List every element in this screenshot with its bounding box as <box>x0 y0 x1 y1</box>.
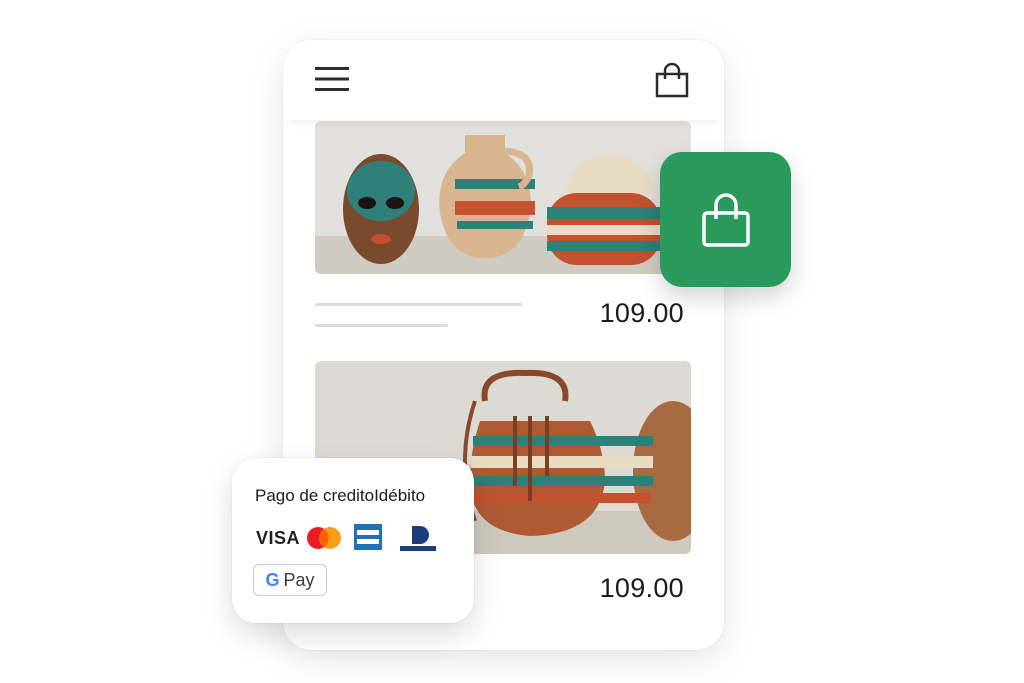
shopping-bag-icon <box>701 192 750 247</box>
shopping-bag-icon[interactable] <box>655 62 689 98</box>
product-image-crafts[interactable] <box>315 121 691 274</box>
mastercard-icon <box>307 527 341 549</box>
top-bar <box>283 40 724 120</box>
google-icon: G <box>265 569 280 590</box>
product-price: 109.00 <box>599 298 684 328</box>
hamburger-menu-icon[interactable] <box>315 66 349 92</box>
visa-logo: VISA <box>256 528 301 548</box>
payment-methods-card: Pago de creditoIdébito VISA G Pay <box>232 458 474 623</box>
subtitle-placeholder-line <box>315 324 448 327</box>
amex-icon <box>354 524 382 550</box>
product-price: 109.00 <box>599 573 684 603</box>
title-placeholder-line <box>315 303 522 306</box>
google-pay-button[interactable]: G Pay <box>253 564 327 596</box>
add-to-cart-button[interactable] <box>660 152 791 287</box>
diners-icon <box>400 526 436 551</box>
google-pay-label: Pay <box>283 569 315 590</box>
payment-title: Pago de creditoIdébito <box>255 486 426 505</box>
card-logos: VISA <box>256 524 456 552</box>
